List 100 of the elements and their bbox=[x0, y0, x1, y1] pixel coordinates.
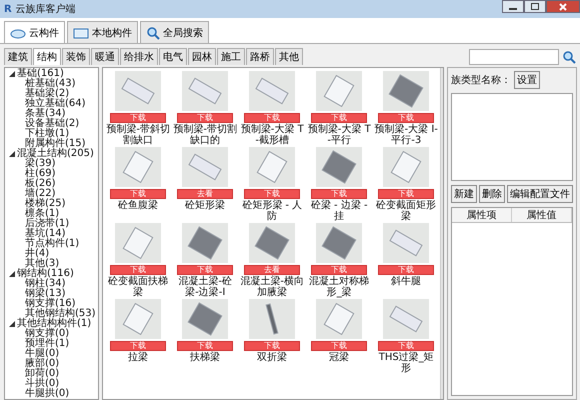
category-tab[interactable]: 装饰 bbox=[62, 48, 90, 65]
download-button[interactable]: 去看 bbox=[244, 265, 300, 275]
component-preview-drawing bbox=[316, 147, 362, 187]
download-button[interactable]: 下载 bbox=[177, 265, 234, 275]
download-button[interactable]: 下载 bbox=[110, 189, 166, 199]
tree-item[interactable]: 楼梯(25) bbox=[25, 199, 66, 209]
component-name: 混凝土对称梯形_梁 bbox=[308, 276, 370, 298]
type-name-label: 族类型名称： bbox=[451, 74, 511, 87]
main-tab[interactable]: 本地构件 bbox=[67, 21, 138, 43]
maximize-button[interactable] bbox=[524, 0, 546, 13]
settings-button[interactable]: 设置 bbox=[514, 71, 540, 89]
tree-item[interactable]: 条基(34) bbox=[25, 109, 66, 119]
download-button[interactable]: 下载 bbox=[244, 189, 300, 199]
tree-item[interactable]: 节点构件(1) bbox=[25, 239, 80, 249]
main-tab[interactable]: 全局搜索 bbox=[140, 21, 209, 43]
column-header: 属性值 bbox=[512, 208, 572, 222]
search-icon bbox=[146, 26, 160, 40]
tree-item[interactable]: 钢柱(34) bbox=[25, 279, 66, 289]
action-button[interactable]: 编辑配置文件 bbox=[507, 185, 573, 203]
tree-item[interactable]: 其他钢结构(53) bbox=[25, 309, 96, 319]
tree-item[interactable]: 钢支撑(16) bbox=[25, 299, 76, 309]
tree-item[interactable]: 设备基础(2) bbox=[25, 119, 80, 129]
component-name: 扶梯梁 bbox=[189, 352, 222, 363]
download-button[interactable]: 下载 bbox=[110, 113, 166, 123]
tree-item[interactable]: 钢支撑(0) bbox=[25, 329, 70, 339]
download-button[interactable]: 去看 bbox=[177, 189, 234, 199]
expand-icon[interactable] bbox=[9, 151, 15, 157]
tree-item[interactable]: 钢结构(116) bbox=[17, 269, 74, 279]
tree-item[interactable]: 其他(3) bbox=[25, 259, 60, 269]
tree-item[interactable]: 其他结构构件(1) bbox=[17, 319, 92, 329]
tree-item[interactable]: 混凝土结构(205) bbox=[17, 149, 94, 159]
tree-item[interactable]: 独立基础(64) bbox=[25, 99, 86, 109]
component-name: 预制梁-大梁 T-平行 bbox=[307, 124, 372, 146]
download-button[interactable]: 下载 bbox=[177, 341, 234, 351]
search-icon[interactable] bbox=[562, 50, 576, 64]
component-name: 拉梁 bbox=[127, 352, 150, 363]
category-tab[interactable]: 园林 bbox=[188, 48, 216, 65]
tree-item[interactable]: 钢梁(13) bbox=[25, 289, 66, 299]
tree-item[interactable]: 井(4) bbox=[25, 249, 50, 259]
component-preview-drawing bbox=[316, 71, 362, 111]
download-button[interactable]: 下载 bbox=[177, 113, 234, 123]
expand-icon[interactable] bbox=[9, 321, 15, 327]
tree-item[interactable]: 基坑(14) bbox=[25, 229, 66, 239]
tree-item[interactable]: 基础(161) bbox=[17, 69, 64, 79]
category-tab[interactable]: 电气 bbox=[159, 48, 187, 65]
component-preview-drawing bbox=[182, 147, 228, 187]
type-name-list[interactable] bbox=[451, 93, 573, 181]
close-button[interactable] bbox=[546, 0, 580, 13]
download-button[interactable]: 下载 bbox=[378, 189, 434, 199]
download-button[interactable]: 下载 bbox=[244, 341, 300, 351]
tree-item[interactable]: 下柱墩(1) bbox=[25, 129, 70, 139]
search-field[interactable] bbox=[469, 49, 559, 65]
tree-item[interactable]: 梁(39) bbox=[25, 159, 56, 169]
action-button[interactable]: 删除 bbox=[479, 185, 505, 203]
tree-item[interactable]: 后浇带(1) bbox=[25, 219, 70, 229]
tree-item[interactable]: 牛腿(0) bbox=[25, 349, 60, 359]
expand-icon[interactable] bbox=[9, 71, 15, 77]
download-button[interactable]: 下载 bbox=[378, 113, 434, 123]
download-button[interactable]: 下载 bbox=[110, 341, 166, 351]
category-tab[interactable]: 结构 bbox=[33, 48, 61, 65]
component-preview-drawing bbox=[383, 223, 430, 263]
tree-item[interactable]: 基础梁(2) bbox=[25, 89, 70, 99]
tree-item[interactable]: 桩基础(43) bbox=[25, 79, 76, 89]
download-button[interactable]: 下载 bbox=[311, 341, 368, 351]
category-tab[interactable]: 其他 bbox=[275, 48, 303, 65]
download-button[interactable]: 下载 bbox=[311, 265, 368, 275]
download-button[interactable]: 下载 bbox=[311, 189, 368, 199]
tree-item[interactable]: 斗拱(0) bbox=[25, 379, 60, 389]
component-name: 预制梁-带斜切割缺口 bbox=[106, 124, 170, 146]
component-preview-drawing bbox=[316, 299, 362, 339]
tree-item[interactable]: 柱(69) bbox=[25, 169, 56, 179]
download-button[interactable]: 下载 bbox=[311, 113, 368, 123]
minimize-button[interactable] bbox=[502, 0, 524, 13]
download-button[interactable]: 下载 bbox=[378, 265, 434, 275]
download-button[interactable]: 下载 bbox=[244, 113, 300, 123]
tree-item[interactable]: 檩条(1) bbox=[25, 209, 60, 219]
category-tab[interactable]: 暖通 bbox=[91, 48, 119, 65]
tree-item[interactable]: 腋部(0) bbox=[25, 359, 60, 369]
category-tab[interactable]: 给排水 bbox=[120, 48, 158, 65]
maximize-icon bbox=[531, 3, 539, 10]
component-name: 砼鱼腹梁 bbox=[117, 200, 160, 211]
category-tab[interactable]: 施工 bbox=[217, 48, 245, 65]
expand-icon[interactable] bbox=[9, 271, 15, 277]
action-button[interactable]: 新建 bbox=[451, 185, 477, 203]
tree-item[interactable]: 卸荷(0) bbox=[25, 369, 60, 379]
component-preview-drawing bbox=[182, 299, 228, 339]
tree-item[interactable]: 附属构件(15) bbox=[25, 139, 86, 149]
tree-item[interactable]: 预埋件(1) bbox=[25, 339, 70, 349]
tree-item[interactable]: 墙(22) bbox=[25, 189, 56, 199]
component-preview-drawing bbox=[249, 147, 296, 187]
download-button[interactable]: 下载 bbox=[110, 265, 166, 275]
main-tab[interactable]: 云构件 bbox=[4, 21, 65, 43]
component-name: 预制梁-带切割缺口的 bbox=[173, 124, 238, 146]
download-button[interactable]: 下载 bbox=[378, 341, 434, 351]
component-preview-drawing bbox=[383, 147, 430, 187]
category-tab[interactable]: 建筑 bbox=[4, 48, 32, 65]
tree-item[interactable]: 牛腿拱(0) bbox=[25, 389, 70, 399]
tree-item[interactable]: 板(26) bbox=[25, 179, 56, 189]
scrollbar[interactable] bbox=[440, 68, 443, 399]
category-tab[interactable]: 路桥 bbox=[246, 48, 274, 65]
